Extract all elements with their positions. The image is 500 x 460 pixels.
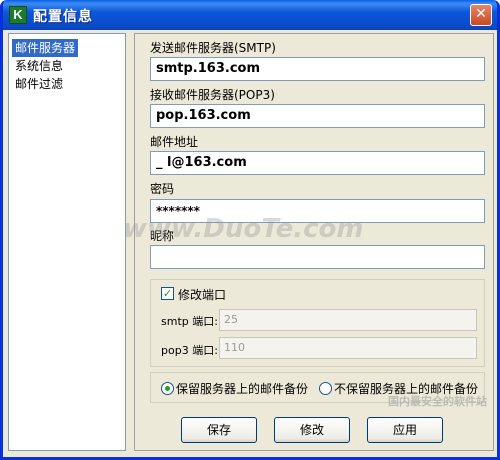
app-logo-icon: K	[9, 6, 27, 24]
watermark-text: www.DuoTe.com	[123, 214, 364, 244]
pop3-server-input[interactable]: pop.163.com	[150, 104, 485, 128]
config-window: K 配置信息 ✕ 邮件服务器 系统信息 邮件过滤 发送邮件服务器(SMTP) s…	[0, 0, 500, 460]
smtp-port-input[interactable]: 25	[219, 309, 477, 331]
modify-port-checkbox[interactable]: ✓	[161, 287, 174, 300]
email-label: 邮件地址	[150, 135, 199, 149]
keep-backup-radio[interactable]	[161, 382, 174, 395]
modify-port-label: 修改端口	[178, 288, 227, 302]
sidebar-item-system-info[interactable]: 系统信息	[12, 57, 66, 75]
save-button[interactable]: 保存	[181, 417, 257, 443]
close-button[interactable]: ✕	[470, 4, 492, 26]
smtp-label: 发送邮件服务器(SMTP)	[150, 41, 276, 55]
window-title: 配置信息	[33, 9, 93, 25]
radio-selected-dot	[165, 386, 170, 391]
modify-button[interactable]: 修改	[274, 417, 350, 443]
keep-backup-label: 保留服务器上的邮件备份	[176, 382, 309, 396]
smtp-port-label: smtp 端口:	[161, 315, 218, 328]
password-label: 密码	[150, 182, 175, 196]
nickname-input[interactable]	[150, 245, 485, 269]
apply-button[interactable]: 应用	[367, 417, 443, 443]
email-address-input[interactable]: _ l@163.com	[150, 151, 485, 175]
title-bar[interactable]: K 配置信息 ✕	[3, 0, 497, 30]
no-backup-radio[interactable]	[319, 382, 332, 395]
port-settings-group: ✓ 修改端口 smtp 端口: 25 pop3 端口: 110	[150, 279, 485, 367]
settings-sidebar: 邮件服务器 系统信息 邮件过滤	[8, 33, 126, 451]
sidebar-item-mail-filter[interactable]: 邮件过滤	[12, 75, 66, 93]
pop3-label: 接收邮件服务器(POP3)	[150, 88, 275, 102]
sidebar-item-mail-server[interactable]: 邮件服务器	[12, 39, 79, 57]
pop3-port-label: pop3 端口:	[161, 344, 218, 357]
smtp-server-input[interactable]: smtp.163.com	[150, 57, 485, 81]
pop3-port-input[interactable]: 110	[219, 337, 477, 359]
watermark-corner-text: 国内最安全的软件站	[388, 395, 487, 408]
